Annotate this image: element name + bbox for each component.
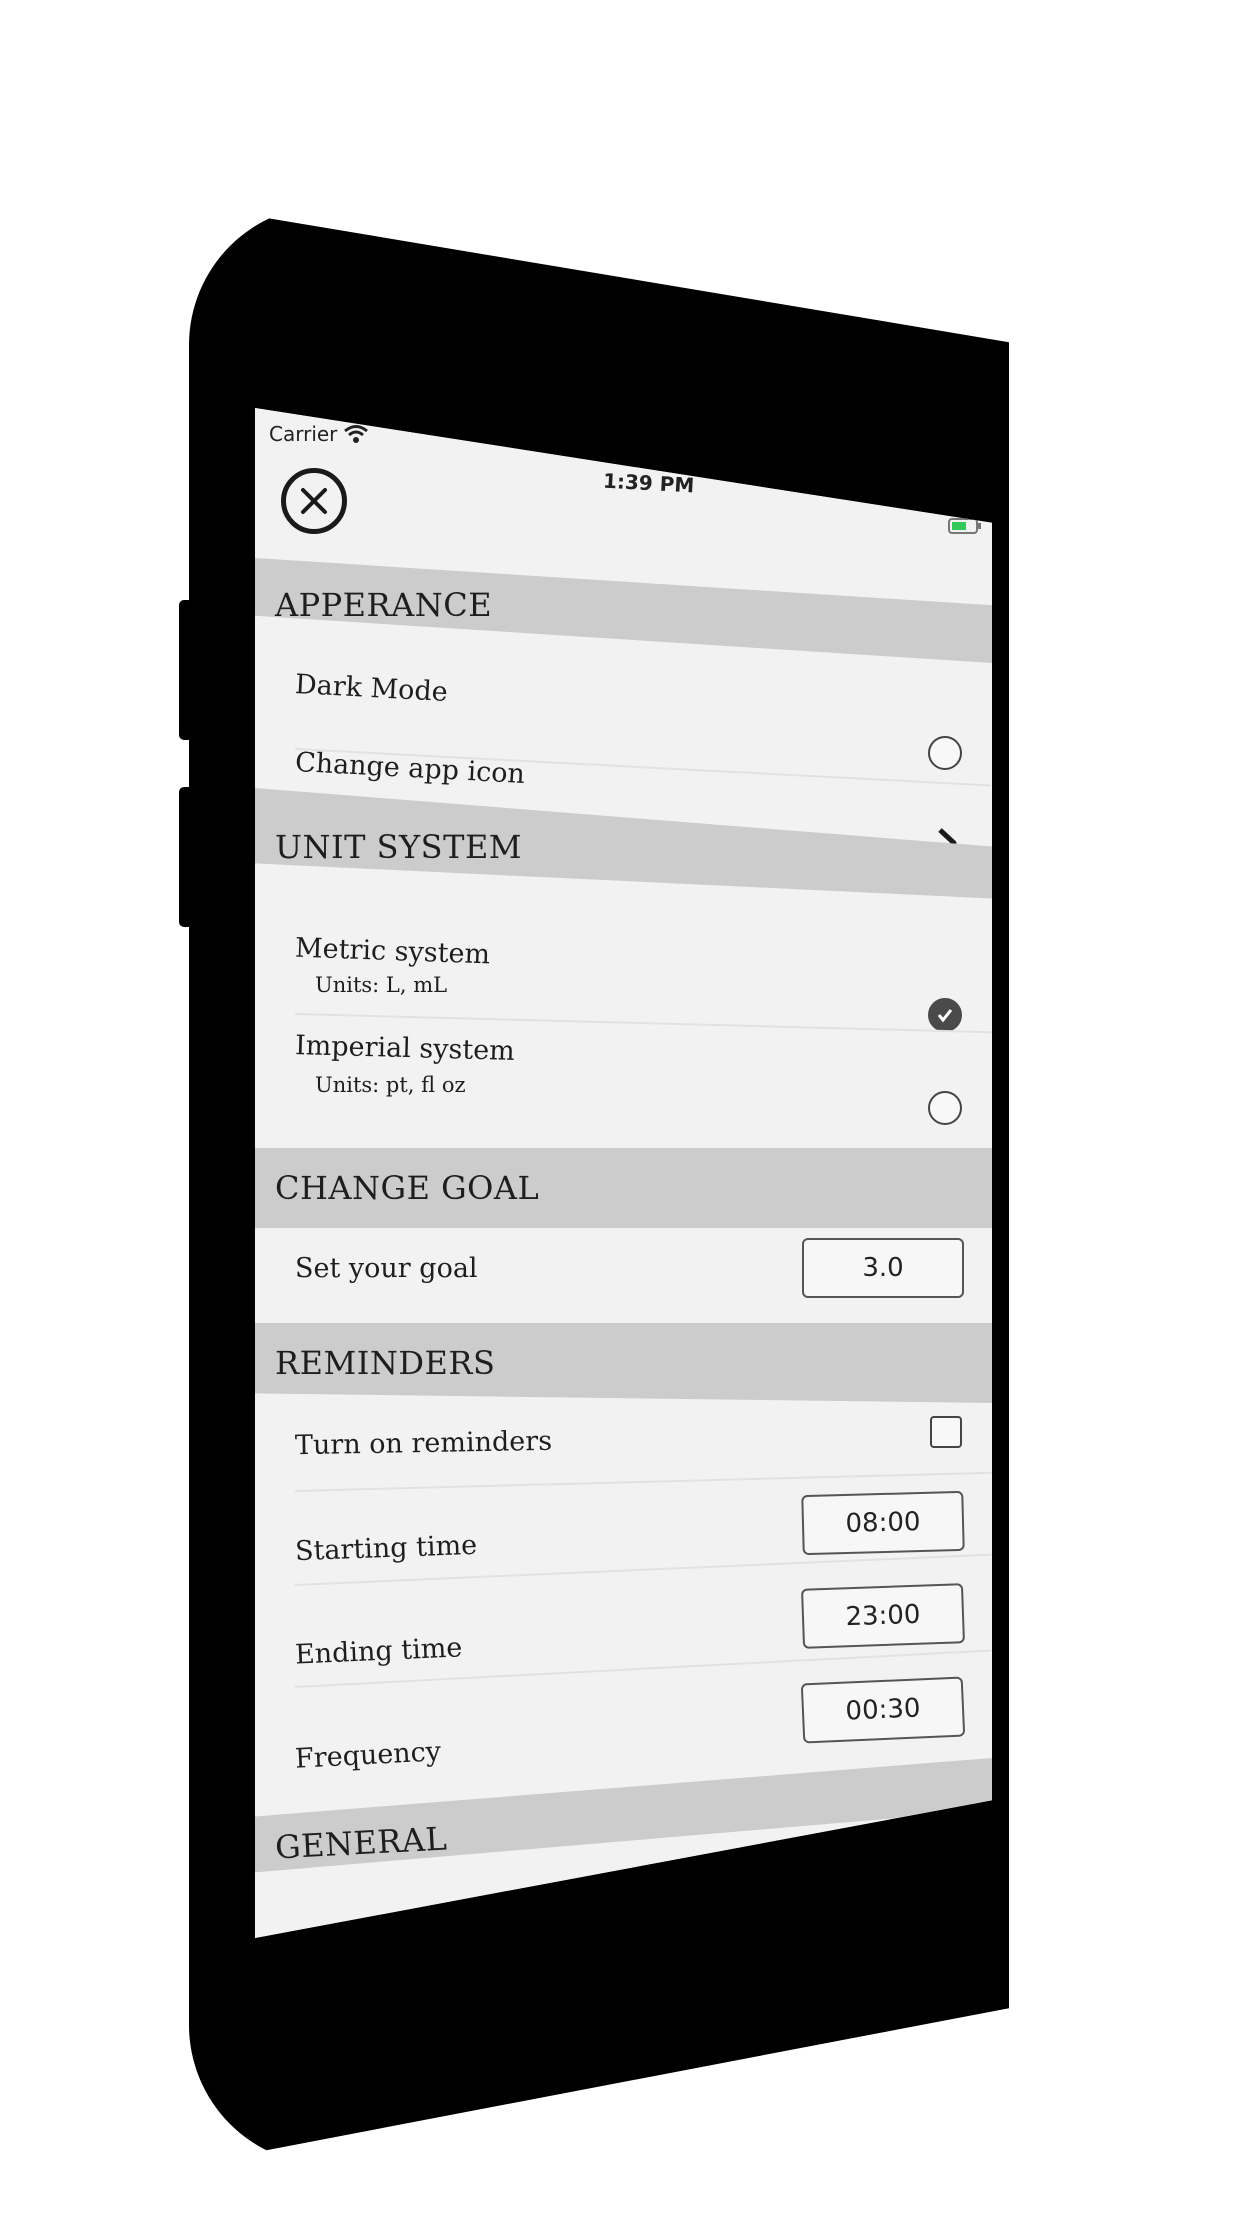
section-header-unit-system: UNIT SYSTEM <box>255 788 992 899</box>
dark-mode-radio[interactable] <box>928 736 962 770</box>
section-title: APPERANCE <box>275 585 493 624</box>
frequency-input[interactable]: 00:30 <box>800 1676 966 1744</box>
frequency-label: Frequency <box>294 1736 442 1775</box>
section-title: GENERAL <box>274 1819 449 1867</box>
section-title: UNIT SYSTEM <box>275 828 523 866</box>
divider <box>294 1471 992 1492</box>
close-icon <box>301 488 327 514</box>
metric-system-label: Metric system <box>294 932 491 971</box>
wifi-icon <box>344 425 369 443</box>
dark-mode-label: Dark Mode <box>294 669 449 708</box>
checkmark-icon <box>937 1009 953 1023</box>
metric-system-radio[interactable] <box>928 998 962 1032</box>
section-header-appearance: APPERANCE <box>255 558 992 663</box>
carrier-label: Carrier <box>269 422 338 446</box>
battery-icon <box>948 518 981 534</box>
set-goal-label: Set your goal <box>295 1253 478 1284</box>
section-header-reminders: REMINDERS <box>255 1323 992 1403</box>
imperial-system-radio[interactable] <box>928 1091 962 1125</box>
section-header-change-goal: CHANGE GOAL <box>255 1148 992 1228</box>
goal-input[interactable]: 3.0 <box>802 1238 964 1298</box>
ending-time-input[interactable]: 23:00 <box>801 1583 965 1649</box>
change-app-icon-label: Change app icon <box>294 747 526 790</box>
ending-time-label: Ending time <box>294 1632 463 1671</box>
metric-units-label: Units: L, mL <box>315 973 448 997</box>
starting-time-input[interactable]: 08:00 <box>801 1490 965 1556</box>
imperial-units-label: Units: pt, fl oz <box>315 1073 466 1097</box>
reminders-checkbox[interactable] <box>930 1416 962 1448</box>
carrier-indicator: Carrier <box>269 422 369 446</box>
divider <box>294 1013 992 1034</box>
starting-time-label: Starting time <box>294 1529 478 1568</box>
close-button[interactable] <box>281 468 347 534</box>
turn-on-reminders-label: Turn on reminders <box>294 1425 553 1462</box>
section-title: CHANGE GOAL <box>275 1169 540 1207</box>
imperial-system-label: Imperial system <box>294 1030 516 1067</box>
section-title: REMINDERS <box>275 1344 496 1382</box>
app-screen: Carrier 1:39 PM APPERANCE Dark Mode Chan… <box>255 408 992 1938</box>
bottom-bezel <box>255 1938 992 2168</box>
device-mockup: Carrier 1:39 PM APPERANCE Dark Mode Chan… <box>0 0 1236 2232</box>
